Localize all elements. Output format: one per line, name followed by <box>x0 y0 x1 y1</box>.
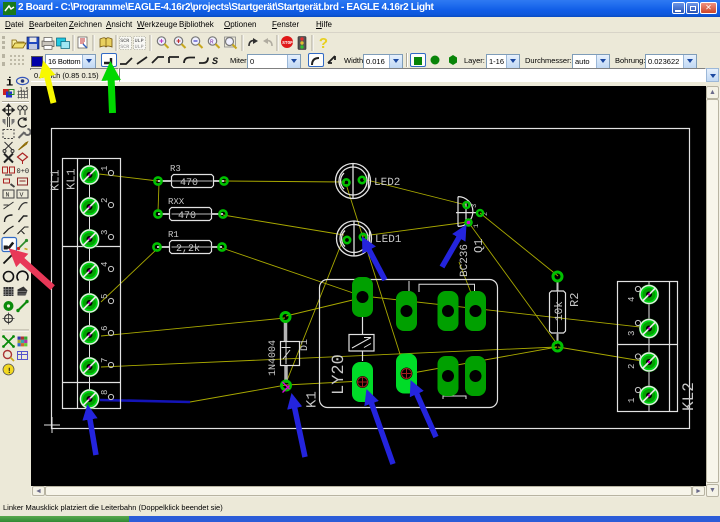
svg-text:470: 470 <box>180 178 198 189</box>
svg-text:R: R <box>210 39 214 46</box>
svg-text:1: 1 <box>627 398 637 403</box>
svg-text:BC236: BC236 <box>459 244 471 277</box>
svg-text:1N4004: 1N4004 <box>268 340 279 376</box>
svg-text:KL1: KL1 <box>49 169 63 191</box>
svg-text:3: 3 <box>471 204 479 208</box>
svg-text:3: 3 <box>100 230 110 235</box>
svg-text:RXX: RXX <box>168 197 185 207</box>
svg-text:!: ! <box>7 367 12 376</box>
svg-text:2: 2 <box>100 198 110 203</box>
svg-text:7: 7 <box>100 358 110 363</box>
svg-text:1: 1 <box>100 166 110 171</box>
svg-text:STOP: STOP <box>282 41 293 46</box>
svg-text:1,5: 1,5 <box>20 87 29 93</box>
svg-text:LED1: LED1 <box>375 234 402 246</box>
svg-text:LY20: LY20 <box>330 354 349 395</box>
svg-text:8: 8 <box>100 390 110 395</box>
svg-text:?: ? <box>319 36 328 52</box>
svg-text:KL1: KL1 <box>65 168 79 190</box>
svg-text:R2: R2 <box>568 293 582 307</box>
svg-text:T: T <box>19 256 25 267</box>
svg-text:S: S <box>212 57 218 67</box>
svg-text:4: 4 <box>100 262 110 267</box>
svg-text:V: V <box>20 192 24 199</box>
svg-text:6: 6 <box>100 326 110 331</box>
svg-text:Q1: Q1 <box>472 239 486 253</box>
svg-text:K1: K1 <box>305 391 321 408</box>
svg-text:10k: 10k <box>554 301 566 321</box>
svg-text:R3: R3 <box>170 164 181 174</box>
svg-text:D1: D1 <box>300 339 311 351</box>
svg-text:3: 3 <box>627 331 637 336</box>
svg-text:ULP: ULP <box>135 44 144 50</box>
svg-text:LED2: LED2 <box>374 177 400 189</box>
svg-text:KL2: KL2 <box>680 382 698 411</box>
svg-text:2,2k: 2,2k <box>176 243 200 255</box>
svg-text:0+0: 0+0 <box>17 168 30 176</box>
svg-text:N: N <box>6 192 10 199</box>
svg-text:2: 2 <box>627 364 637 369</box>
svg-text:5: 5 <box>100 294 110 299</box>
svg-text:470: 470 <box>178 211 196 222</box>
svg-text:1: 1 <box>473 224 481 228</box>
svg-text:SCR: SCR <box>120 44 129 50</box>
svg-text:R1: R1 <box>168 230 179 240</box>
svg-text:4: 4 <box>627 297 637 302</box>
svg-text:i: i <box>6 76 13 90</box>
